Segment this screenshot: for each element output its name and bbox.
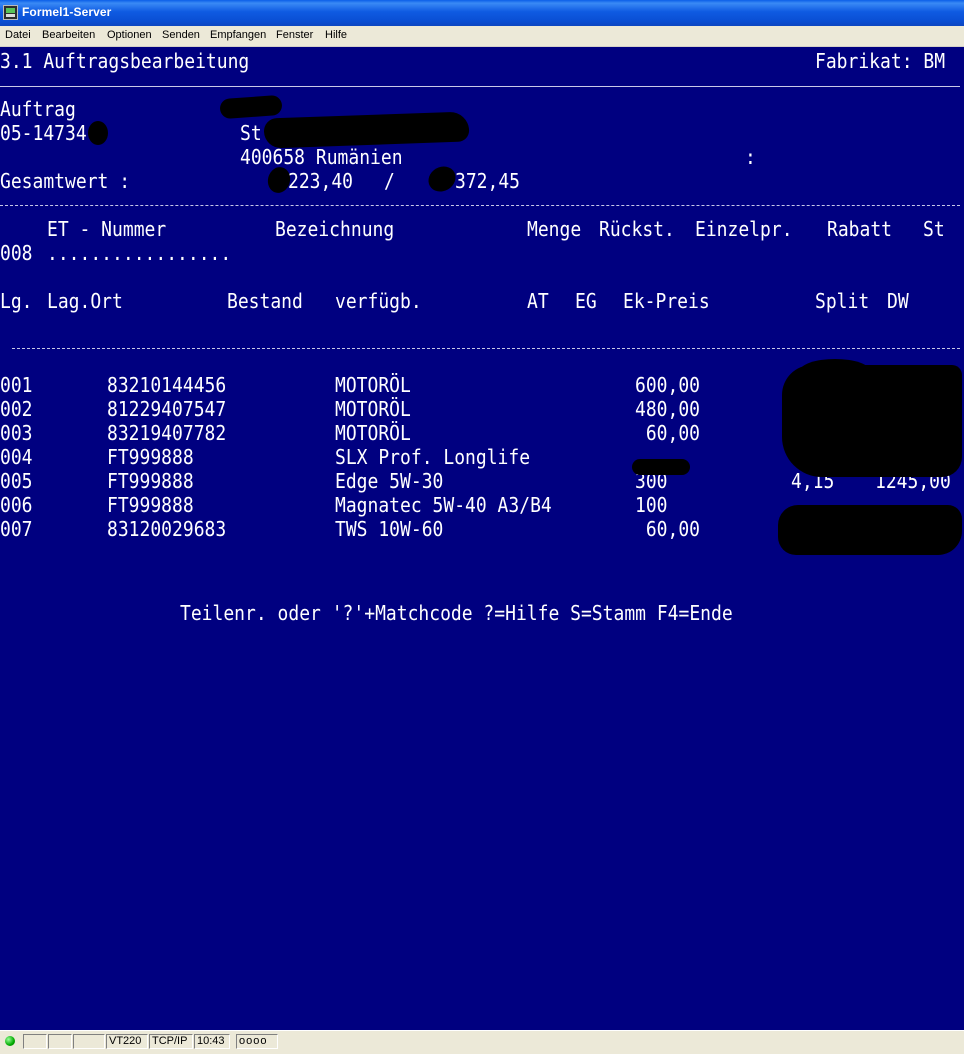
row-part-number: FT999888	[107, 469, 194, 493]
col-at: AT	[527, 289, 549, 313]
menu-bar: Datei Bearbeiten Optionen Senden Empfang…	[0, 26, 964, 47]
entry-position: 008	[0, 241, 33, 265]
divider	[12, 348, 960, 349]
redaction-mark	[632, 459, 690, 475]
col-menge: Menge	[527, 217, 582, 241]
total-separator: /	[384, 169, 395, 193]
divider	[0, 205, 960, 206]
col-dw: DW	[887, 289, 909, 313]
divider	[0, 86, 960, 87]
terminal-screen[interactable]: 3.1 Auftragsbearbeitung Fabrikat: BM Auf…	[0, 47, 964, 1030]
col-bestand: Bestand	[227, 289, 303, 313]
row-description: MOTORÖL	[335, 397, 411, 421]
row-position: 007	[0, 517, 33, 541]
colon-marker: :	[745, 145, 756, 169]
total-label: Gesamtwert :	[0, 169, 131, 193]
row-description: Magnatec 5W-40 A3/B4	[335, 493, 552, 517]
row-quantity: 480,00	[635, 397, 701, 421]
status-cell	[23, 1034, 47, 1049]
row-position: 002	[0, 397, 33, 421]
status-bar: VT220 TCP/IP 10:43 oooo	[0, 1030, 964, 1054]
help-prompt: Teilenr. oder '?'+Matchcode ?=Hilfe S=St…	[180, 601, 733, 625]
menu-datei[interactable]: Datei	[5, 29, 31, 41]
row-part-number: 83210144456	[107, 373, 227, 397]
led-indicators: oooo	[236, 1034, 278, 1049]
terminal-app-icon[interactable]	[3, 5, 18, 20]
row-part-number: 83219407782	[107, 421, 227, 445]
row-quantity: 600,00	[635, 373, 701, 397]
col-verfuegb: verfügb.	[335, 289, 422, 313]
row-part-number: 83120029683	[107, 517, 227, 541]
part-number-input[interactable]: .................	[47, 241, 231, 265]
col-st: St	[923, 217, 945, 241]
status-cell	[73, 1034, 105, 1049]
title-bar[interactable]: Formel1-Server	[0, 0, 964, 26]
row-description: SLX Prof. Longlife	[335, 445, 531, 469]
col-rabatt: Rabatt	[827, 217, 893, 241]
total-value-1: 223,40	[288, 169, 354, 193]
menu-senden[interactable]: Senden	[162, 29, 200, 41]
screen-heading: 3.1 Auftragsbearbeitung	[0, 49, 250, 73]
col-eg: EG	[575, 289, 597, 313]
row-position: 003	[0, 421, 33, 445]
status-cell	[48, 1034, 72, 1049]
col-rueckst: Rückst.	[599, 217, 675, 241]
redaction-mark	[219, 94, 283, 120]
col-bezeichnung: Bezeichnung	[275, 217, 395, 241]
customer-prefix: St	[240, 121, 262, 145]
col-ek-preis: Ek-Preis	[623, 289, 710, 313]
order-number: 05-14734	[0, 121, 87, 145]
row-position: 004	[0, 445, 33, 469]
col-lag-ort: Lag.Ort	[47, 289, 123, 313]
redaction-mark	[778, 505, 962, 555]
brand-label: Fabrikat: BM	[815, 49, 946, 73]
customer-line: 400658 Rumänien	[240, 145, 403, 169]
col-einzelpr: Einzelpr.	[695, 217, 793, 241]
terminal-type: VT220	[106, 1034, 148, 1049]
row-quantity: 60,00	[635, 517, 701, 541]
row-description: TWS 10W-60	[335, 517, 444, 541]
row-quantity: 60,00	[635, 421, 701, 445]
redaction-mark	[263, 111, 470, 149]
col-et-nummer: ET - Nummer	[47, 217, 167, 241]
menu-bearbeiten[interactable]: Bearbeiten	[42, 29, 95, 41]
redaction-mark	[800, 359, 870, 383]
redaction-mark	[88, 121, 108, 145]
window-title: Formel1-Server	[22, 5, 112, 19]
row-quantity: 100	[635, 493, 668, 517]
row-position: 001	[0, 373, 33, 397]
protocol: TCP/IP	[149, 1034, 193, 1049]
row-part-number: FT999888	[107, 445, 194, 469]
row-description: MOTORÖL	[335, 421, 411, 445]
row-part-number: FT999888	[107, 493, 194, 517]
menu-hilfe[interactable]: Hilfe	[325, 29, 347, 41]
connection-status-icon	[5, 1036, 15, 1046]
menu-optionen[interactable]: Optionen	[107, 29, 152, 41]
menu-fenster[interactable]: Fenster	[276, 29, 313, 41]
row-description: MOTORÖL	[335, 373, 411, 397]
row-position: 005	[0, 469, 33, 493]
col-lg: Lg.	[0, 289, 33, 313]
menu-empfangen[interactable]: Empfangen	[210, 29, 266, 41]
col-split: Split	[815, 289, 870, 313]
row-position: 006	[0, 493, 33, 517]
order-label: Auftrag	[0, 97, 76, 121]
clock: 10:43	[194, 1034, 230, 1049]
row-part-number: 81229407547	[107, 397, 227, 421]
row-description: Edge 5W-30	[335, 469, 444, 493]
total-value-2: 372,45	[455, 169, 521, 193]
